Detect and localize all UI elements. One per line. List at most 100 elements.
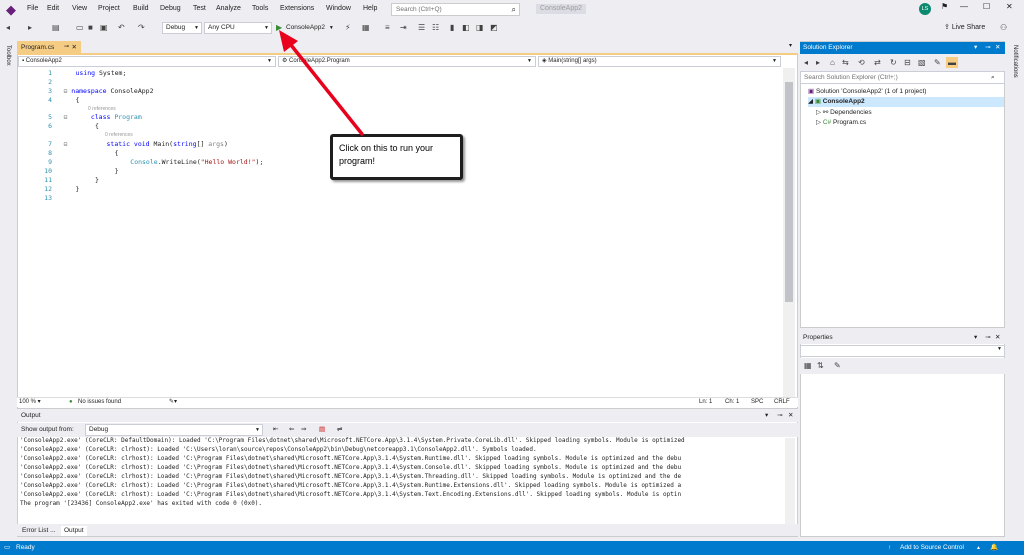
- save-icon[interactable]: ■: [88, 22, 93, 33]
- references-codelens[interactable]: 0 references: [105, 132, 133, 138]
- start-debugging-button[interactable]: ▶ ConsoleApp2 ▼: [276, 22, 334, 34]
- zoom-select[interactable]: 100 % ▾: [19, 398, 41, 407]
- minimize-icon[interactable]: —: [960, 2, 968, 11]
- menu-build[interactable]: Build: [133, 4, 149, 14]
- output-vertical-scrollbar[interactable]: [785, 438, 795, 524]
- collapse-all-icon[interactable]: ⊟: [904, 57, 911, 68]
- menu-help[interactable]: Help: [363, 4, 377, 14]
- search-input[interactable]: Search (Ctrl+Q) ⌕: [391, 3, 520, 16]
- member-navigation-dropdown[interactable]: ◈ Main(string[] args) ▼: [538, 56, 781, 67]
- tab-program-cs[interactable]: Program.cs ✕: [17, 41, 81, 54]
- back-icon[interactable]: ◂: [804, 57, 808, 68]
- menu-view[interactable]: View: [72, 4, 87, 14]
- clear-all-icon[interactable]: ▤: [319, 423, 325, 437]
- property-pages-icon[interactable]: ✎: [834, 360, 841, 371]
- tree-item-program-cs[interactable]: ▷ C# Program.cs: [816, 118, 866, 128]
- pin-icon[interactable]: ⊸: [985, 332, 990, 344]
- issues-status[interactable]: No issues found: [78, 398, 121, 407]
- pending-changes-icon[interactable]: ⟲: [858, 57, 865, 68]
- tab-overflow-icon[interactable]: ▾: [789, 42, 792, 49]
- menu-project[interactable]: Project: [98, 4, 120, 14]
- output-source-select[interactable]: Debug ▼: [85, 424, 263, 436]
- whitespace-indicator[interactable]: SPC: [751, 398, 763, 407]
- visual-studio-logo-icon[interactable]: ◆: [6, 3, 20, 16]
- menu-analyze[interactable]: Analyze: [216, 4, 241, 14]
- pin-icon[interactable]: ⊸: [777, 410, 782, 422]
- menu-file[interactable]: File: [27, 4, 38, 14]
- forward-icon[interactable]: ▸: [28, 22, 32, 33]
- undo-icon[interactable]: ↶: [118, 22, 125, 33]
- pin-icon[interactable]: ⊸: [64, 43, 69, 50]
- menu-test[interactable]: Test: [193, 4, 206, 14]
- find-message-icon[interactable]: ⇤: [273, 423, 278, 437]
- refresh-icon[interactable]: ↻: [890, 57, 897, 68]
- panel-options-icon[interactable]: ▾: [974, 332, 977, 344]
- tree-item-solution[interactable]: ▣ Solution 'ConsoleApp2' (1 of 1 project…: [808, 87, 926, 97]
- collapse-arrow-icon[interactable]: ▷: [816, 119, 823, 126]
- avatar[interactable]: LS: [919, 3, 931, 15]
- code-editor[interactable]: [17, 41, 798, 409]
- alphabetical-icon[interactable]: ⇅: [817, 360, 824, 371]
- solution-search-input[interactable]: Search Solution Explorer (Ctrl+;) ⌕: [800, 71, 1005, 84]
- expand-arrow-icon[interactable]: ◢: [808, 98, 815, 105]
- close-icon[interactable]: ✕: [995, 42, 1000, 54]
- toolbox-tab[interactable]: Toolbox: [5, 45, 11, 66]
- project-navigation-dropdown[interactable]: ▪ ConsoleApp2 ▼: [18, 56, 276, 67]
- pin-icon[interactable]: ⊸: [985, 42, 990, 54]
- uncomment-icon[interactable]: ☷: [432, 22, 439, 33]
- live-share-button[interactable]: ⇪ Live Share: [944, 23, 985, 33]
- configuration-select[interactable]: Debug ▼: [162, 22, 202, 34]
- menu-tools[interactable]: Tools: [252, 4, 268, 14]
- categorized-icon[interactable]: ▦: [804, 360, 812, 371]
- collapse-arrow-icon[interactable]: ▷: [816, 109, 823, 116]
- panel-options-icon[interactable]: ▾: [974, 42, 977, 54]
- indent-icon[interactable]: ⇥: [400, 22, 407, 33]
- clear-bookmarks-icon[interactable]: ◩: [490, 22, 498, 33]
- line-ending-indicator[interactable]: CRLF: [774, 398, 790, 407]
- platform-select[interactable]: Any CPU ▼: [204, 22, 272, 34]
- close-tab-icon[interactable]: ✕: [72, 41, 77, 54]
- next-message-icon[interactable]: ⇒: [301, 423, 306, 437]
- next-bookmark-icon[interactable]: ◨: [476, 22, 484, 33]
- feedback-icon[interactable]: ⚑: [941, 2, 948, 11]
- show-all-files-icon[interactable]: ▧: [918, 57, 926, 68]
- tab-error-list[interactable]: Error List ...: [19, 526, 59, 536]
- tree-item-project[interactable]: ◢ ▣ ConsoleApp2: [808, 97, 1004, 107]
- bookmark-icon[interactable]: ▮: [450, 22, 454, 33]
- preview-icon[interactable]: ▬: [946, 57, 958, 68]
- comment-icon[interactable]: ☰: [418, 22, 425, 33]
- prev-message-icon[interactable]: ⇐: [289, 423, 294, 437]
- prev-bookmark-icon[interactable]: ◧: [462, 22, 470, 33]
- close-icon[interactable]: ✕: [995, 332, 1000, 344]
- menu-debug[interactable]: Debug: [160, 4, 181, 14]
- save-all-icon[interactable]: ▣: [100, 22, 108, 33]
- properties-object-select[interactable]: ▼: [800, 345, 1005, 357]
- close-icon[interactable]: ✕: [788, 410, 793, 422]
- switch-views-icon[interactable]: ⇆: [842, 57, 849, 68]
- notifications-tab[interactable]: Notifications: [1012, 45, 1018, 78]
- menu-edit[interactable]: Edit: [47, 4, 59, 14]
- hot-reload-icon[interactable]: ⚡: [345, 22, 351, 33]
- tab-output[interactable]: Output: [61, 526, 87, 536]
- line-indicator[interactable]: Ln: 1: [699, 398, 712, 407]
- menu-extensions[interactable]: Extensions: [280, 4, 314, 14]
- class-navigation-dropdown[interactable]: ⚙ ConsoleApp2.Program ▼: [278, 56, 536, 67]
- close-icon[interactable]: ✕: [1006, 2, 1013, 11]
- word-wrap-icon[interactable]: ⇌: [337, 423, 342, 437]
- new-project-icon[interactable]: ▤: [52, 22, 60, 33]
- back-icon[interactable]: ◂: [6, 22, 10, 33]
- editor-scroll-thumb[interactable]: [785, 82, 793, 302]
- format-icon[interactable]: ≡: [385, 22, 390, 33]
- menu-window[interactable]: Window: [326, 4, 351, 14]
- column-indicator[interactable]: Ch: 1: [725, 398, 739, 407]
- code-cleanup-icon[interactable]: ✎▾: [169, 398, 177, 407]
- panel-options-icon[interactable]: ▾: [765, 410, 768, 422]
- forward-icon[interactable]: ▸: [816, 57, 820, 68]
- user-icon[interactable]: ⚇: [1000, 22, 1007, 33]
- references-codelens[interactable]: 0 references: [88, 106, 116, 112]
- open-icon[interactable]: ▭: [76, 22, 84, 33]
- maximize-icon[interactable]: ☐: [983, 2, 990, 11]
- tree-item-dependencies[interactable]: ▷ ⚯ Dependencies: [816, 108, 872, 118]
- home-icon[interactable]: ⌂: [830, 57, 835, 68]
- screenshot-icon[interactable]: ▦: [362, 22, 370, 33]
